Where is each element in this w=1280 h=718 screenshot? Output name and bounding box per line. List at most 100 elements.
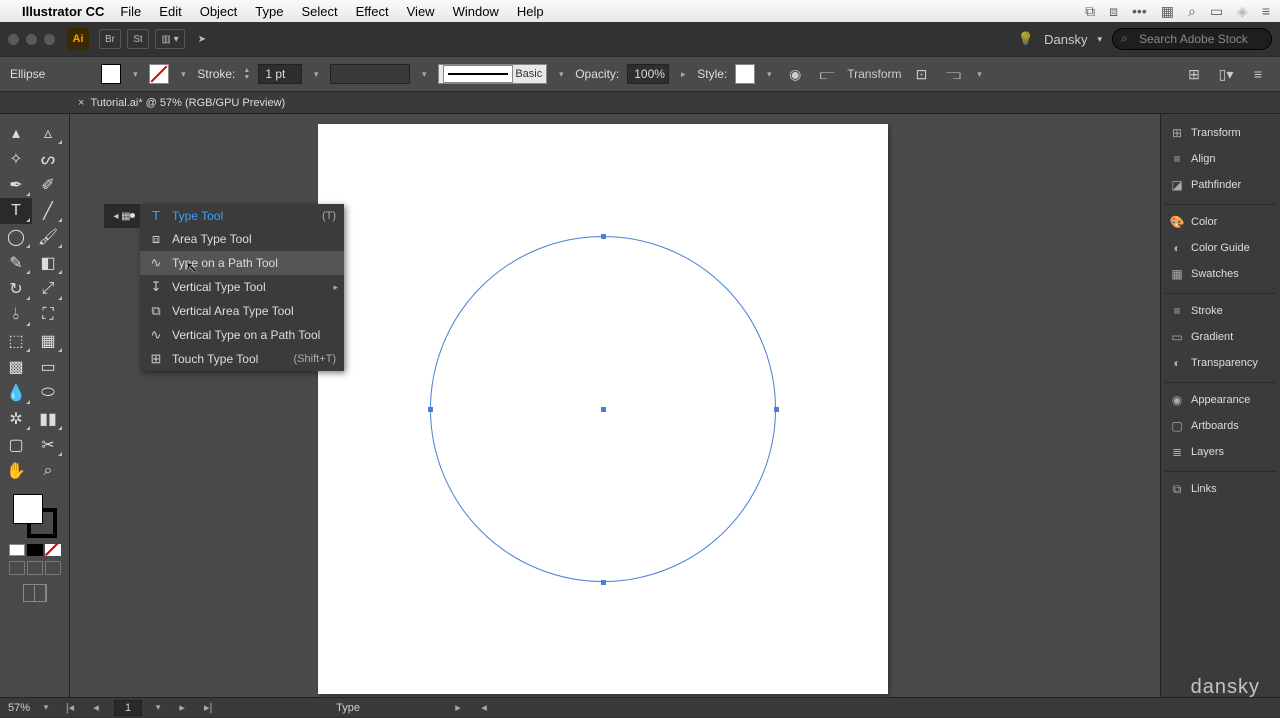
align-icon[interactable]: ⫍ (815, 63, 839, 85)
prev-artboard-icon[interactable]: ◂ (88, 701, 104, 714)
stroke-swatch-dropdown-icon[interactable]: ▾ (177, 64, 189, 84)
pen-tool[interactable]: ✒ (0, 172, 32, 198)
panel-color[interactable]: 🎨Color (1165, 209, 1276, 235)
anchor-point[interactable] (601, 580, 606, 585)
status-play-icon[interactable]: ▸ (450, 701, 466, 714)
app-name[interactable]: Illustrator CC (22, 4, 104, 19)
stroke-down-icon[interactable]: ▼ (243, 74, 250, 81)
flyout-type-tool[interactable]: T Type Tool (T) (140, 204, 344, 227)
style-dropdown-icon[interactable]: ▾ (763, 64, 775, 84)
document-tab-title[interactable]: Tutorial.ai* @ 57% (RGB/GPU Preview) (90, 97, 285, 109)
user-dropdown-icon[interactable]: ▾ (1097, 34, 1102, 45)
menu-help[interactable]: Help (517, 4, 544, 19)
zoom-dropdown-icon[interactable]: ▾ (40, 698, 52, 718)
mesh-tool[interactable]: ▩ (0, 354, 32, 380)
menu-select[interactable]: Select (301, 4, 337, 19)
search-input[interactable]: Search Adobe Stock (1112, 28, 1272, 50)
flyout-type-on-path-tool[interactable]: ∿ Type on a Path Tool (140, 251, 344, 275)
stroke-up-icon[interactable]: ▲ (243, 67, 250, 74)
perspective-grid-tool[interactable]: ▦ (32, 328, 64, 354)
column-graph-tool[interactable]: ▮▮ (32, 406, 64, 432)
stroke-weight-input[interactable]: 1 pt (258, 64, 302, 84)
curvature-tool[interactable]: ✐ (32, 172, 64, 198)
stock-button[interactable]: St (127, 29, 149, 49)
graphic-style-swatch[interactable] (735, 64, 755, 84)
anchor-point[interactable] (428, 407, 433, 412)
ellipse-tool[interactable]: ◯ (0, 224, 32, 250)
next-artboard-icon[interactable]: ▸ (174, 701, 190, 714)
close-window[interactable] (8, 34, 19, 45)
none-mode-icon[interactable] (45, 544, 61, 556)
menu-view[interactable]: View (407, 4, 435, 19)
menu-effect[interactable]: Effect (356, 4, 389, 19)
anchor-point[interactable] (774, 407, 779, 412)
flyout-touch-type-tool[interactable]: ⊞ Touch Type Tool (Shift+T) (140, 347, 344, 371)
gradient-tool[interactable]: ▭ (32, 354, 64, 380)
wifi-icon[interactable]: ◈ (1237, 3, 1248, 20)
magic-wand-tool[interactable]: ✧ (0, 146, 32, 172)
draw-behind-icon[interactable] (27, 561, 43, 575)
selection-tool[interactable]: ▴ (0, 120, 32, 146)
zoom-level[interactable]: 57% (8, 702, 30, 714)
draw-inside-icon[interactable] (45, 561, 61, 575)
panel-gradient[interactable]: ▭Gradient (1165, 324, 1276, 350)
tab-close-icon[interactable]: × (78, 97, 84, 109)
panel-artboards[interactable]: ▢Artboards (1165, 413, 1276, 439)
pencil-tool[interactable]: ✎ (0, 250, 32, 276)
panel-stroke[interactable]: ≡Stroke (1165, 298, 1276, 324)
opacity-dropdown-icon[interactable]: ▸ (677, 64, 689, 84)
scale-tool[interactable]: ⤢ (32, 276, 64, 302)
rotate-tool[interactable]: ↻ (0, 276, 32, 302)
stroke-weight-dropdown-icon[interactable]: ▾ (310, 64, 322, 84)
panel-align[interactable]: ≡Align (1165, 146, 1276, 172)
color-mode-icon[interactable] (9, 544, 25, 556)
hand-tool[interactable]: ✋ (0, 458, 32, 484)
minimize-window[interactable] (26, 34, 37, 45)
opacity-input[interactable]: 100% (627, 64, 669, 84)
edit-clip-icon[interactable]: ⫎ (941, 63, 965, 85)
width-tool[interactable]: ⫰ (0, 302, 32, 328)
menu-object[interactable]: Object (200, 4, 238, 19)
symbol-sprayer-tool[interactable]: ✲ (0, 406, 32, 432)
panel-layers[interactable]: ≣Layers (1165, 439, 1276, 465)
panel-transform[interactable]: ⊞Transform (1165, 120, 1276, 146)
panel-color-guide[interactable]: ◐Color Guide (1165, 235, 1276, 261)
direct-selection-tool[interactable]: ▵ (32, 120, 64, 146)
stroke-swatch[interactable] (149, 64, 169, 84)
doc-setup-icon[interactable]: ▯▾ (1214, 63, 1238, 85)
slice-tool[interactable]: ✂ (32, 432, 64, 458)
width-profile-dropdown-icon[interactable]: ▾ (418, 64, 430, 84)
panel-transparency[interactable]: ◐Transparency (1165, 350, 1276, 376)
first-artboard-icon[interactable]: |◂ (62, 701, 78, 714)
flyout-vertical-area-type-tool[interactable]: ⧉ Vertical Area Type Tool (140, 299, 344, 323)
user-name[interactable]: Dansky (1044, 32, 1087, 47)
type-tool[interactable]: T (0, 198, 32, 224)
arrange-docs-button[interactable]: ▥ ▾ (155, 29, 185, 49)
panel-pathfinder[interactable]: ◪Pathfinder (1165, 172, 1276, 198)
zoom-window[interactable] (44, 34, 55, 45)
flyout-vertical-type-on-path-tool[interactable]: ∿ Vertical Type on a Path Tool (140, 323, 344, 347)
paintbrush-tool[interactable]: 🖌 (32, 224, 64, 250)
menu-window[interactable]: Window (453, 4, 499, 19)
free-transform-tool[interactable]: ⛶ (32, 302, 64, 328)
screen-mode-button[interactable] (23, 584, 47, 602)
eraser-tool[interactable]: ◧ (32, 250, 64, 276)
canvas-area[interactable]: ◂ ▦ T Type Tool (T) ⧈ Area Type Tool ∿ T… (70, 114, 1160, 699)
gradient-mode-icon[interactable] (27, 544, 43, 556)
panel-menu-icon[interactable]: ≡ (1246, 63, 1270, 85)
gpu-button[interactable]: ➤ (191, 29, 213, 49)
variable-width-profile[interactable] (330, 64, 410, 84)
eyedropper-tool[interactable]: 💧 (0, 380, 32, 406)
transform-link[interactable]: Transform (847, 67, 901, 81)
panel-swatches[interactable]: ▦Swatches (1165, 261, 1276, 287)
last-artboard-icon[interactable]: ▸| (200, 701, 216, 714)
grid-icon[interactable]: ▦ (1161, 3, 1174, 20)
status-prev-icon[interactable]: ◂ (476, 701, 492, 714)
artboard-tool[interactable]: ▢ (0, 432, 32, 458)
panel-appearance[interactable]: ◉Appearance (1165, 387, 1276, 413)
bridge-button[interactable]: Br (99, 29, 121, 49)
screen-record-icon[interactable]: ⧉ (1085, 3, 1095, 20)
shape-dropdown-icon[interactable]: ▾ (973, 64, 985, 84)
fill-swatch[interactable] (101, 64, 121, 84)
menu-file[interactable]: File (120, 4, 141, 19)
